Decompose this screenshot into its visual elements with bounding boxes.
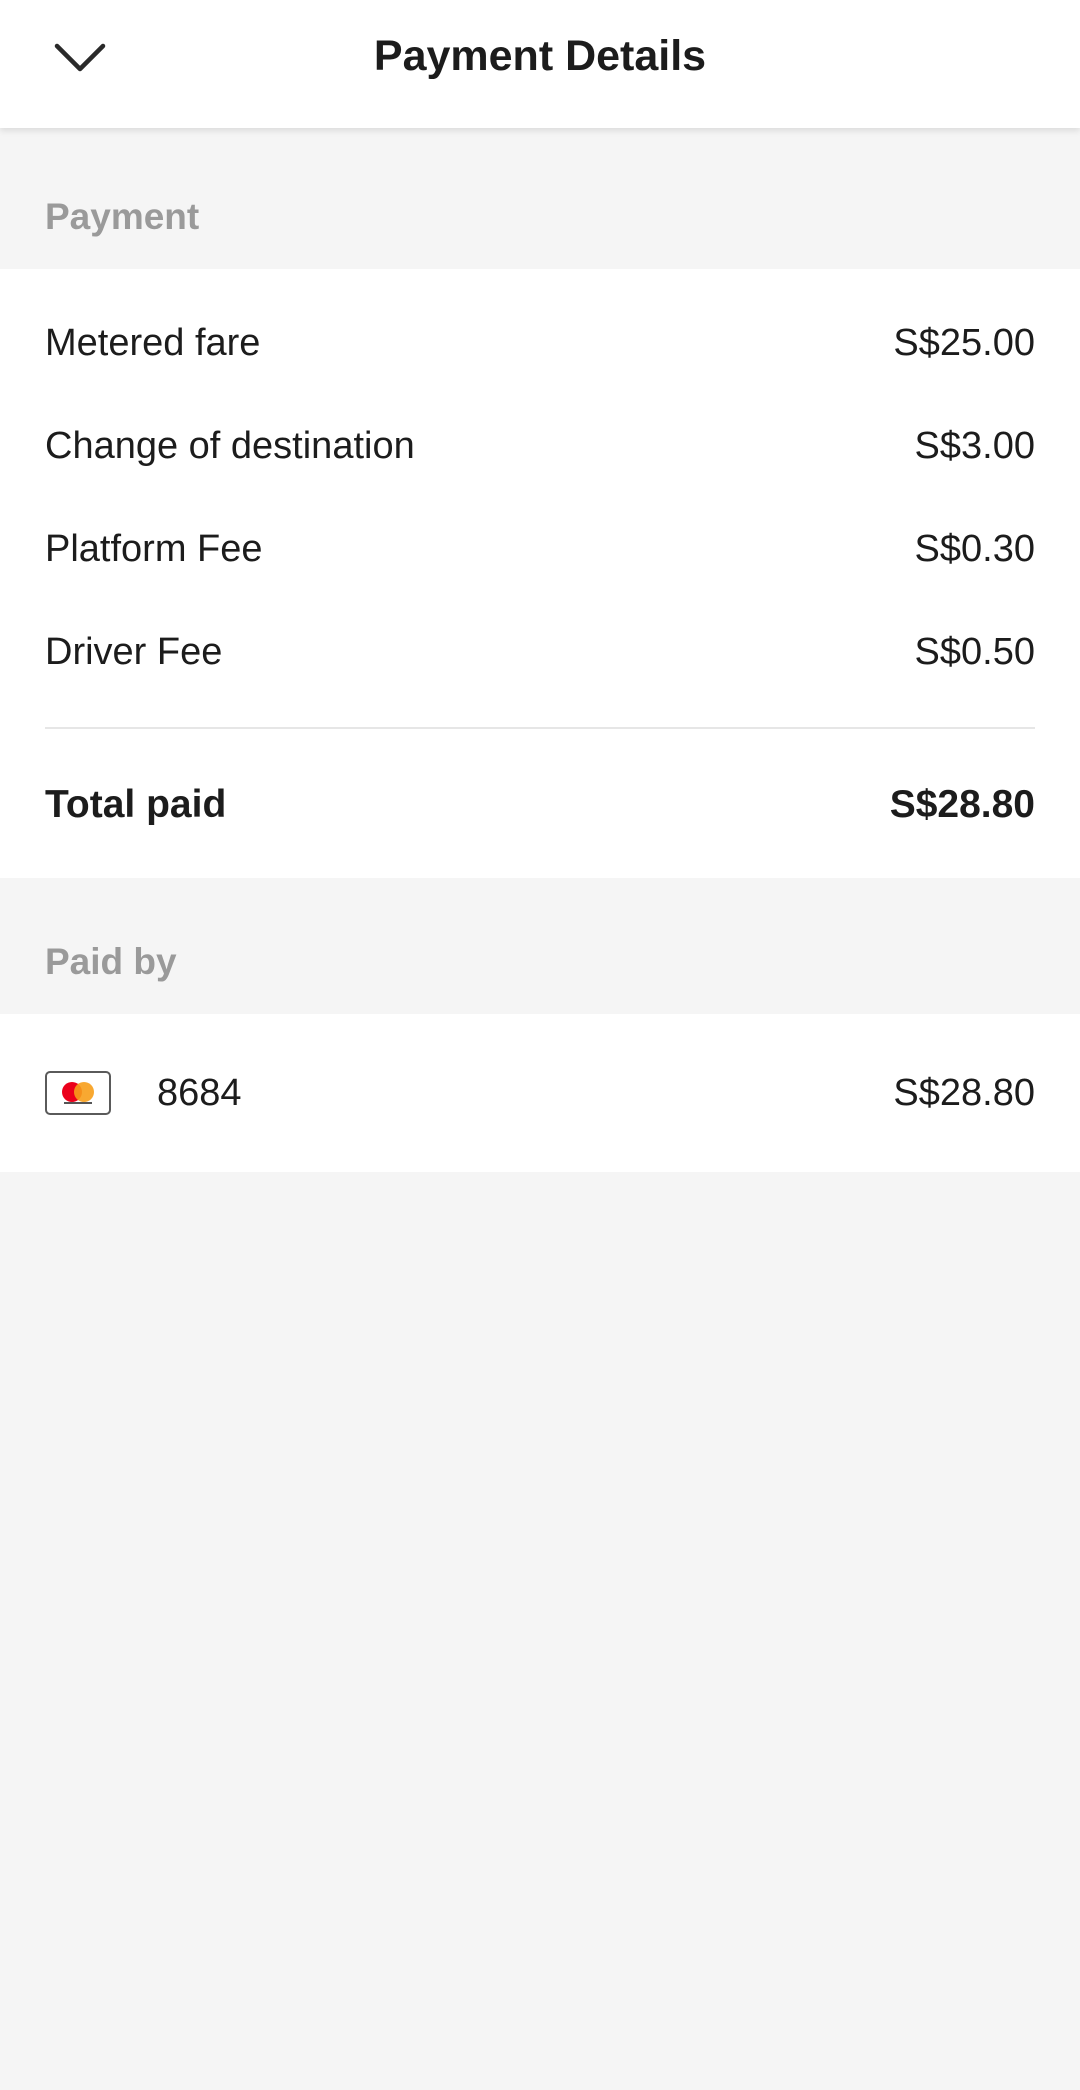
fare-row-driver-fee: Driver Fee S$0.50 bbox=[45, 622, 1035, 682]
fare-row-change-destination: Change of destination S$3.00 bbox=[45, 416, 1035, 476]
fare-row-metered: Metered fare S$25.00 bbox=[45, 313, 1035, 373]
fare-item-amount: S$25.00 bbox=[893, 321, 1035, 364]
fare-item-amount: S$0.30 bbox=[914, 527, 1035, 570]
mastercard-icon bbox=[45, 1071, 111, 1115]
total-paid-label: Total paid bbox=[45, 783, 227, 826]
divider bbox=[45, 727, 1035, 729]
payment-section-label: Payment bbox=[45, 196, 200, 237]
fare-item-label: Change of destination bbox=[45, 424, 415, 467]
payment-method-card: 8684 S$28.80 bbox=[0, 1014, 1080, 1172]
fare-item-label: Platform Fee bbox=[45, 527, 263, 570]
top-app-bar: Payment Details bbox=[0, 0, 1080, 128]
fare-item-label: Metered fare bbox=[45, 321, 261, 364]
fare-item-amount: S$3.00 bbox=[914, 424, 1035, 467]
fare-row-platform-fee: Platform Fee S$0.30 bbox=[45, 519, 1035, 579]
paid-by-section-label: Paid by bbox=[45, 941, 177, 982]
payment-method-row: 8684 S$28.80 bbox=[45, 1063, 1035, 1123]
card-last-four: 8684 bbox=[157, 1071, 242, 1114]
fare-item-label: Driver Fee bbox=[45, 630, 223, 673]
page-title: Payment Details bbox=[373, 32, 707, 80]
payment-breakdown-card: Metered fare S$25.00 Change of destinati… bbox=[0, 269, 1080, 878]
total-paid-amount: S$28.80 bbox=[889, 783, 1035, 826]
fare-item-amount: S$0.50 bbox=[914, 630, 1035, 673]
total-paid-row: Total paid S$28.80 bbox=[45, 775, 1035, 835]
paid-amount: S$28.80 bbox=[893, 1071, 1035, 1114]
